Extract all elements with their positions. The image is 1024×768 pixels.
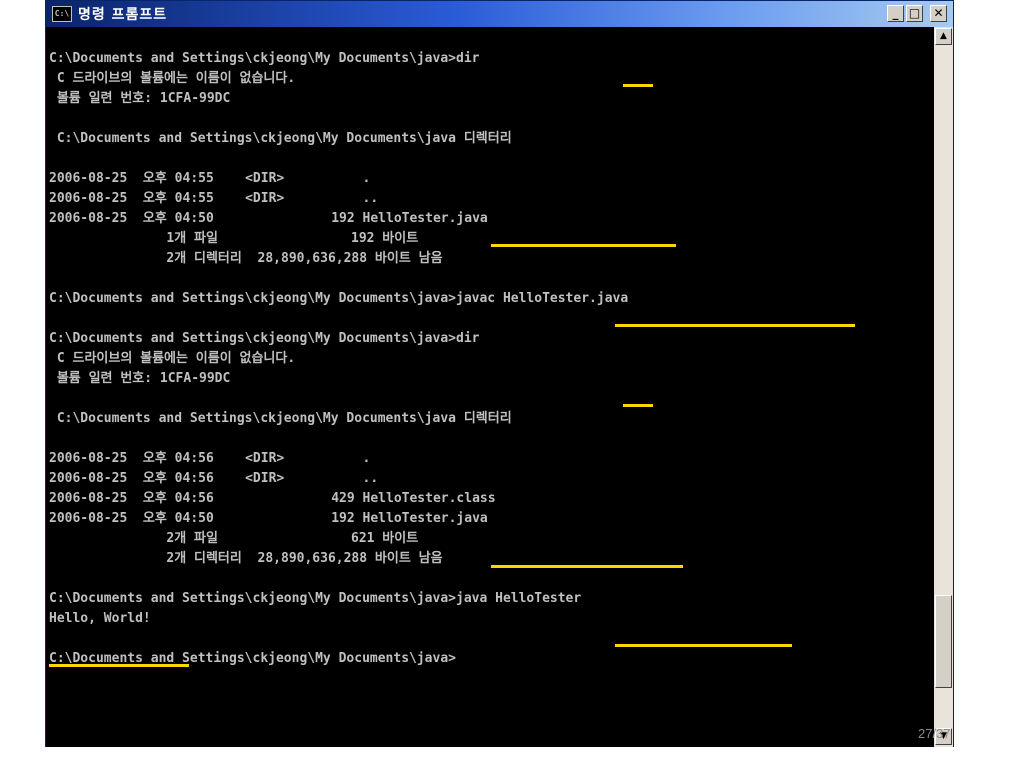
console-line: 2006-08-25 오후 04:56 <DIR> .. [49,471,379,486]
highlight-underline [615,324,855,327]
console-line: 2006-08-25 오후 04:50 192 HelloTester.java [49,211,488,226]
console-line: 1개 파일 192 바이트 [49,231,419,246]
close-button[interactable]: ✕ [930,5,947,22]
console-line: Hello, World! [49,611,151,626]
console-line: 2006-08-25 오후 04:55 <DIR> .. [49,191,379,206]
highlight-underline [491,565,683,568]
highlight-underline [491,244,676,247]
vertical-scrollbar[interactable]: ▲ ▼ [934,27,953,747]
console-line: C:\Documents and Settings\ckjeong\My Doc… [49,411,512,426]
window-title: 명령 프롬프트 [78,7,168,23]
console-line: C:\Documents and Settings\ckjeong\My Doc… [49,51,480,66]
highlight-underline [615,644,792,647]
console-line: C:\Documents and Settings\ckjeong\My Doc… [49,331,480,346]
console-line: 2006-08-25 오후 04:56 <DIR> . [49,451,371,466]
console-line: 2개 디렉터리 28,890,636,288 바이트 남음 [49,551,443,566]
scroll-up-arrow-icon[interactable]: ▲ [935,28,952,45]
title-bar[interactable]: C:\ 명령 프롬프트 _ □ ✕ [46,1,953,27]
console-line: C 드라이브의 볼륨에는 이름이 없습니다. [49,351,296,366]
highlight-underline [623,84,653,87]
console-line: 2006-08-25 오후 04:50 192 HelloTester.java [49,511,488,526]
highlight-underline [623,404,653,407]
maximize-button[interactable]: □ [906,5,923,22]
console-line: C:\Documents and Settings\ckjeong\My Doc… [49,131,512,146]
command-prompt-icon[interactable]: C:\ [52,6,72,22]
slide-page-number: 27/37 [918,726,951,741]
highlight-underline [49,664,189,667]
command-prompt-window: C:\ 명령 프롬프트 _ □ ✕ C:\Documents and Setti… [45,0,954,747]
console-line: 2개 디렉터리 28,890,636,288 바이트 남음 [49,251,443,266]
console-line: 2006-08-25 오후 04:56 429 HelloTester.clas… [49,491,496,506]
scrollbar-thumb[interactable] [935,595,952,688]
console-line: C:\Documents and Settings\ckjeong\My Doc… [49,291,629,306]
console-line: C 드라이브의 볼륨에는 이름이 없습니다. [49,71,296,86]
console-line: 2개 파일 621 바이트 [49,531,419,546]
console-output[interactable]: C:\Documents and Settings\ckjeong\My Doc… [46,27,934,747]
console-line: 2006-08-25 오후 04:55 <DIR> . [49,171,371,186]
minimize-button[interactable]: _ [887,5,904,22]
console-line: 볼륨 일련 번호: 1CFA-99DC [49,91,231,106]
console-line: 볼륨 일련 번호: 1CFA-99DC [49,371,231,386]
console-line: C:\Documents and Settings\ckjeong\My Doc… [49,591,582,606]
